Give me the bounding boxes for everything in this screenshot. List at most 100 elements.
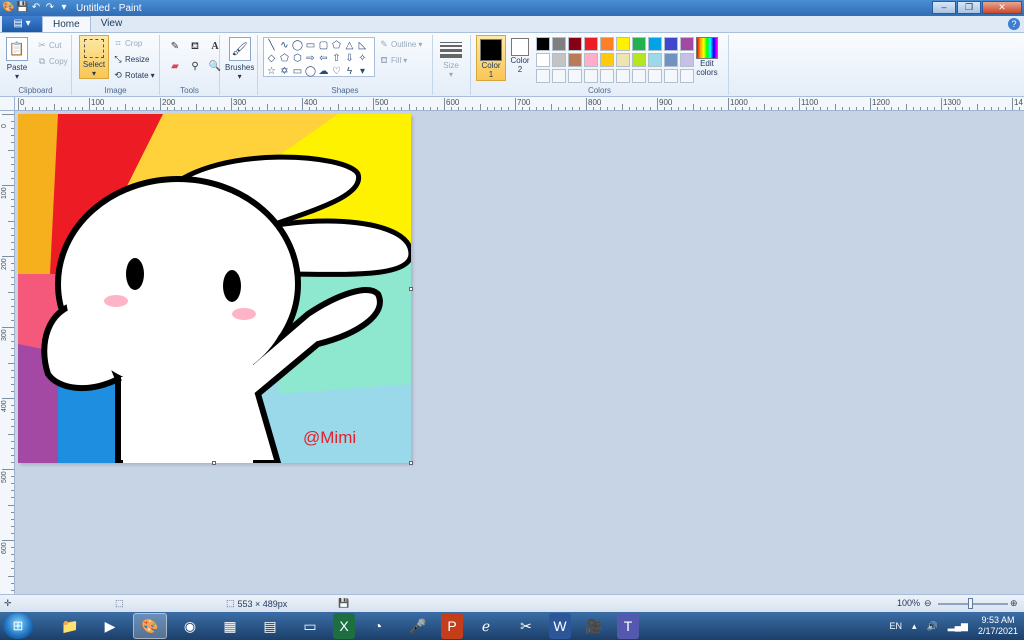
paste-button[interactable]: 📋 Paste ▾ <box>6 37 28 81</box>
palette-color-11[interactable] <box>552 53 566 67</box>
start-button[interactable]: ⊞ <box>3 613 33 639</box>
pencil-icon[interactable]: ✎ <box>167 39 183 55</box>
resize-handle-bottom[interactable] <box>212 461 216 465</box>
palette-color-14[interactable] <box>600 53 614 67</box>
tab-view[interactable]: View <box>91 16 133 32</box>
maximize-button[interactable]: ❐ <box>957 1 981 14</box>
save-icon[interactable]: 💾 <box>16 2 28 14</box>
line-shape-icon[interactable]: ╲ <box>265 39 278 52</box>
taskbar-word-icon[interactable]: W <box>549 613 571 639</box>
resize-handle-corner[interactable] <box>409 461 413 465</box>
taskbar-calculator-icon[interactable]: ▤ <box>253 613 287 639</box>
palette-color-13[interactable] <box>584 53 598 67</box>
brushes-button[interactable]: 🖌 Brushes ▾ <box>225 37 254 81</box>
resize-handle-right[interactable] <box>409 287 413 291</box>
heart-shape-icon[interactable]: ♡ <box>330 65 343 78</box>
zoom-slider-track[interactable] <box>938 603 1008 605</box>
palette-color-2[interactable] <box>568 37 582 51</box>
hexagon-shape-icon[interactable]: ⬡ <box>291 52 304 65</box>
oval-shape-icon[interactable]: ◯ <box>291 39 304 52</box>
zoom-out-button[interactable]: ⊖ <box>924 598 932 609</box>
minimize-button[interactable]: – <box>932 1 956 14</box>
right-triangle-shape-icon[interactable]: ◺ <box>356 39 369 52</box>
palette-color-28[interactable] <box>664 69 678 83</box>
palette-color-29[interactable] <box>680 69 694 83</box>
triangle-shape-icon[interactable]: △ <box>343 39 356 52</box>
palette-color-20[interactable] <box>536 69 550 83</box>
select-button[interactable]: Select ▾ <box>79 35 109 79</box>
color2-button[interactable]: Color 2 <box>508 38 532 74</box>
tab-home[interactable]: Home <box>42 16 91 32</box>
palette-color-26[interactable] <box>632 69 646 83</box>
callout-oval-shape-icon[interactable]: ◯ <box>304 65 317 78</box>
palette-color-0[interactable] <box>536 37 550 51</box>
taskbar-file-explorer-icon[interactable]: 📁 <box>53 613 87 639</box>
copy-button[interactable]: ⧉ Copy <box>37 56 68 66</box>
palette-color-19[interactable] <box>680 53 694 67</box>
language-indicator[interactable]: EN <box>889 621 902 631</box>
palette-color-24[interactable] <box>600 69 614 83</box>
palette-color-18[interactable] <box>664 53 678 67</box>
volume-icon[interactable]: 🔊 <box>927 621 938 632</box>
crop-button[interactable]: ⌗ Crop <box>113 38 142 48</box>
lightning-shape-icon[interactable]: ϟ <box>343 65 356 78</box>
palette-color-10[interactable] <box>536 53 550 67</box>
rectangle-shape-icon[interactable]: ▭ <box>304 39 317 52</box>
outline-button[interactable]: ✎ Outline ▾ <box>379 39 422 49</box>
callout-rect-shape-icon[interactable]: ▭ <box>291 65 304 78</box>
rotate-button[interactable]: ⟲ Rotate ▾ <box>113 70 154 80</box>
down-arrow-shape-icon[interactable]: ⇩ <box>343 52 356 65</box>
zoom-slider-thumb[interactable] <box>968 598 973 609</box>
taskbar-media-player-icon[interactable]: ▶ <box>93 613 127 639</box>
taskbar-snipping-icon[interactable]: ✂ <box>509 613 543 639</box>
eraser-icon[interactable]: ▰ <box>167 59 183 75</box>
zoom-in-button[interactable]: ⊕ <box>1010 598 1018 609</box>
network-icon[interactable]: ▂▄▆ <box>948 621 968 632</box>
edit-colors-button[interactable]: Edit colors <box>693 37 721 77</box>
taskbar-scanner-icon[interactable]: ▭ <box>293 613 327 639</box>
palette-color-6[interactable] <box>632 37 646 51</box>
palette-color-17[interactable] <box>648 53 662 67</box>
palette-color-3[interactable] <box>584 37 598 51</box>
drawing-canvas[interactable] <box>18 114 411 463</box>
up-arrow-shape-icon[interactable]: ⇧ <box>330 52 343 65</box>
palette-color-22[interactable] <box>568 69 582 83</box>
left-arrow-shape-icon[interactable]: ⇦ <box>317 52 330 65</box>
resize-button[interactable]: ⤡ Resize <box>113 54 149 64</box>
shapes-more-icon[interactable]: ▾ <box>356 65 369 78</box>
file-menu-button[interactable]: ▤ ▾ <box>2 16 42 32</box>
palette-color-9[interactable] <box>680 37 694 51</box>
close-button[interactable]: ✕ <box>982 1 1022 14</box>
star5-shape-icon[interactable]: ☆ <box>265 65 278 78</box>
star4-shape-icon[interactable]: ✧ <box>356 52 369 65</box>
palette-color-12[interactable] <box>568 53 582 67</box>
callout-cloud-shape-icon[interactable]: ☁ <box>317 65 330 78</box>
size-button[interactable]: Size ▾ <box>440 39 462 79</box>
fill-bucket-icon[interactable]: ⛾ <box>187 39 203 55</box>
redo-icon[interactable]: ↷ <box>44 2 56 14</box>
help-icon[interactable]: ? <box>1008 18 1020 30</box>
pentagon-shape-icon[interactable]: ⬠ <box>278 52 291 65</box>
palette-color-25[interactable] <box>616 69 630 83</box>
palette-color-27[interactable] <box>648 69 662 83</box>
taskbar-zoom-icon[interactable]: 🎥 <box>577 613 611 639</box>
clock[interactable]: 9:53 AM 2/17/2021 <box>978 615 1018 637</box>
palette-color-21[interactable] <box>552 69 566 83</box>
right-arrow-shape-icon[interactable]: ⇨ <box>304 52 317 65</box>
color-picker-icon[interactable]: ⚲ <box>187 59 203 75</box>
palette-color-1[interactable] <box>552 37 566 51</box>
paint-app-icon[interactable]: 🎨 <box>2 2 14 14</box>
taskbar-microphone-icon[interactable]: 🎤 <box>401 613 435 639</box>
taskbar-teams-icon[interactable]: T <box>617 613 639 639</box>
palette-color-8[interactable] <box>664 37 678 51</box>
color1-button[interactable]: Color 1 <box>476 35 506 81</box>
taskbar-powerpoint-icon[interactable]: P <box>441 613 463 639</box>
diamond-shape-icon[interactable]: ◇ <box>265 52 278 65</box>
taskbar-app-icon[interactable]: ▦ <box>213 613 247 639</box>
taskbar-greenshot-icon[interactable]: ◔ <box>361 613 395 639</box>
taskbar-excel-icon[interactable]: X <box>333 613 355 639</box>
fill-button[interactable]: ⛾ Fill ▾ <box>379 55 407 65</box>
tray-expand-icon[interactable]: ▴ <box>912 621 917 632</box>
rounded-rectangle-shape-icon[interactable]: ▢ <box>317 39 330 52</box>
customize-qat-icon[interactable]: ▾ <box>58 2 70 14</box>
